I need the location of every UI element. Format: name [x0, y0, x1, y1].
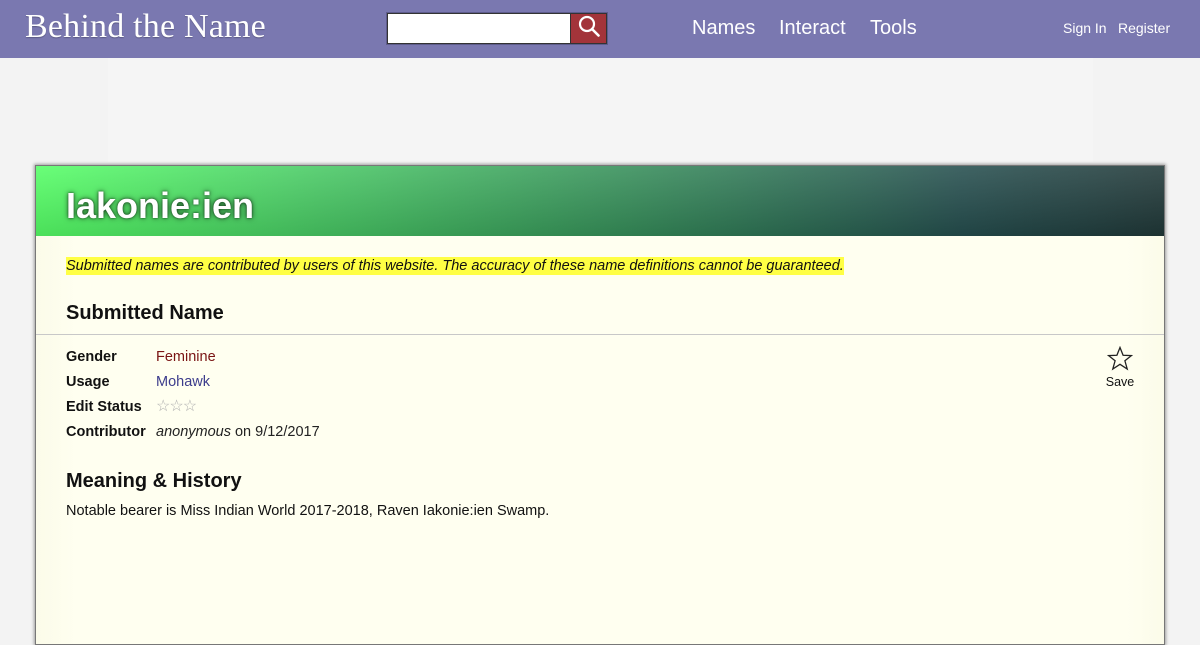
search-button[interactable] — [570, 13, 607, 44]
site-logo[interactable]: Behind the Name — [25, 8, 266, 46]
contributor-date: on 9/12/2017 — [230, 424, 320, 440]
ad-area — [108, 58, 1093, 162]
register-link[interactable]: Register — [1118, 20, 1170, 36]
search-box — [387, 13, 607, 44]
nav-tools[interactable]: Tools — [870, 17, 917, 40]
name-card: Iakonie:ien Submitted names are contribu… — [35, 165, 1165, 645]
section-heading-submitted-name: Submitted Name — [66, 302, 224, 324]
disclaimer-notice: Submitted names are contributed by users… — [66, 257, 844, 275]
usage-label: Usage — [66, 374, 110, 390]
contributor-name: anonymous — [156, 424, 231, 440]
sign-in-link[interactable]: Sign In — [1063, 20, 1107, 36]
usage-value-link[interactable]: Mohawk — [156, 374, 210, 390]
search-input[interactable] — [387, 13, 570, 44]
magnifier-icon — [578, 15, 600, 42]
edit-status-label: Edit Status — [66, 399, 142, 415]
meaning-text: Notable bearer is Miss Indian World 2017… — [66, 503, 550, 519]
contributor-value: anonymous on 9/12/2017 — [156, 424, 320, 440]
star-outline-icon — [1106, 345, 1134, 375]
gender-label: Gender — [66, 349, 117, 365]
edit-status-stars-icon: ☆☆☆ — [156, 398, 197, 415]
site-logo-text: Behind the Name — [25, 8, 266, 45]
top-navigation-bar: Behind the Name Names Interact Tools Sig… — [0, 0, 1200, 58]
save-button[interactable]: Save — [1100, 345, 1140, 389]
section-divider — [36, 334, 1164, 335]
section-heading-meaning-history: Meaning & History — [66, 470, 242, 492]
contributor-label: Contributor — [66, 424, 146, 440]
nav-interact[interactable]: Interact — [779, 17, 846, 40]
save-label: Save — [1105, 375, 1135, 389]
name-card-header: Iakonie:ien — [36, 166, 1164, 236]
page-title: Iakonie:ien — [66, 185, 255, 226]
nav-names[interactable]: Names — [692, 17, 755, 40]
gender-value-link[interactable]: Feminine — [156, 349, 216, 365]
